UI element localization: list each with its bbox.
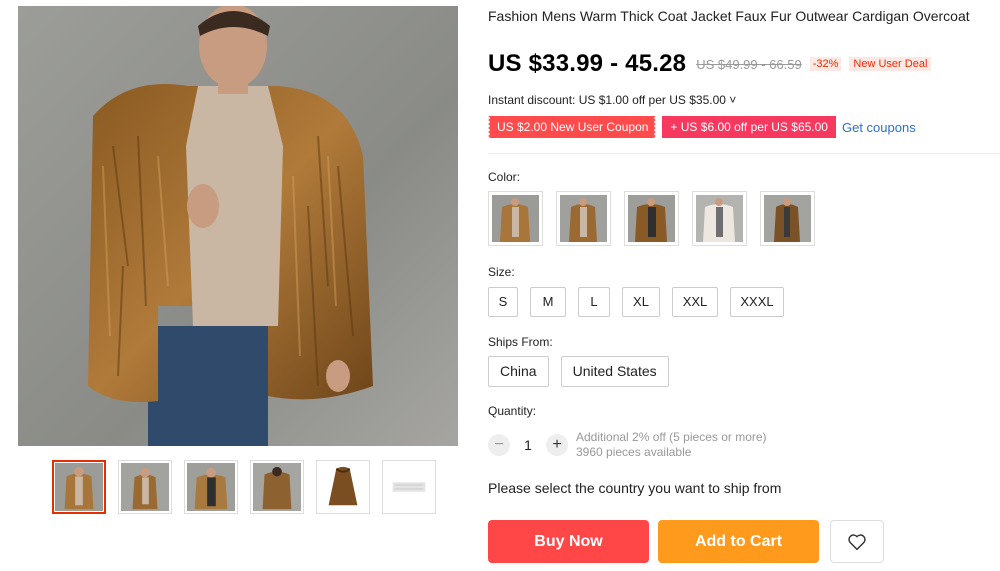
ships-from-options: China United States [488, 356, 669, 387]
size-option-s[interactable]: S [488, 287, 518, 317]
thumbnail-front[interactable] [52, 460, 106, 514]
color-swatches [488, 191, 815, 246]
brown-long-swatch-image [764, 195, 811, 242]
ships-from-china[interactable]: China [488, 356, 549, 387]
brown-side-swatch-image [560, 195, 607, 242]
thumb-back [253, 463, 301, 511]
ships-from-united-states[interactable]: United States [560, 356, 669, 387]
new-user-coupon[interactable]: US $2.00 New User Coupon [488, 116, 657, 138]
quantity-decrement-button[interactable]: − [488, 434, 510, 456]
quantity-label: Quantity: [488, 404, 537, 418]
add-to-cart-button[interactable]: Add to Cart [658, 520, 819, 563]
product-title: Fashion Mens Warm Thick Coat Jacket Faux… [488, 8, 970, 24]
thumbnail-strip [52, 460, 436, 514]
thumbnail-open[interactable] [184, 460, 238, 514]
man-in-faux-fur-coat-photo [18, 6, 458, 446]
thumb-open [187, 463, 235, 511]
color-swatch-white[interactable] [692, 191, 747, 246]
coupon-row: US $2.00 New User Coupon + US $6.00 off … [488, 116, 916, 138]
current-price: US $33.99 - 45.28 [488, 50, 687, 77]
quantity-notes: Additional 2% off (5 pieces or more) 396… [576, 430, 767, 460]
buy-now-button[interactable]: Buy Now [488, 520, 649, 563]
thumbnail-side[interactable] [118, 460, 172, 514]
color-swatch-brown-long[interactable] [760, 191, 815, 246]
shipping-message: Please select the country you want to sh… [488, 480, 782, 496]
discount-badge: -32% [809, 57, 842, 71]
color-swatch-brown-front[interactable] [488, 191, 543, 246]
ships-from-label: Ships From: [488, 335, 553, 349]
get-coupons-link[interactable]: Get coupons [842, 120, 916, 135]
thumb-side [121, 463, 169, 511]
color-label: Color: [488, 170, 521, 184]
color-swatch-brown-side[interactable] [556, 191, 611, 246]
divider [488, 153, 1000, 154]
color-swatch-brown-dark[interactable] [624, 191, 679, 246]
new-user-deal-badge: New User Deal [849, 57, 932, 71]
wishlist-button[interactable] [830, 520, 884, 563]
quantity-value[interactable]: 1 [510, 437, 546, 453]
thumbnail-flat[interactable] [316, 460, 370, 514]
white-swatch-image [696, 195, 743, 242]
size-label: Size: [488, 265, 515, 279]
size-options: S M L XL XXL XXXL [488, 287, 784, 317]
brown-front-swatch-image [492, 195, 539, 242]
size-option-xl[interactable]: XL [622, 287, 660, 317]
thumb-front [55, 463, 103, 511]
quantity-stepper: − 1 + Additional 2% off (5 pieces or mor… [488, 430, 767, 460]
price-row: US $33.99 - 45.28 US $49.99 - 66.59 -32%… [488, 50, 932, 78]
thumbnail-label[interactable] [382, 460, 436, 514]
stock-available-note: 3960 pieces available [576, 445, 692, 459]
size-option-xxxl[interactable]: XXXL [730, 287, 784, 317]
thumbnail-back[interactable] [250, 460, 304, 514]
size-option-l[interactable]: L [578, 287, 610, 317]
store-coupon[interactable]: + US $6.00 off per US $65.00 [662, 116, 836, 138]
bulk-discount-note: Additional 2% off (5 pieces or more) [576, 430, 767, 444]
thumb-label [385, 463, 433, 511]
brown-dark-swatch-image [628, 195, 675, 242]
thumb-flat [319, 463, 367, 511]
original-price: US $49.99 - 66.59 [696, 56, 802, 72]
product-main-image[interactable] [18, 6, 458, 446]
purchase-actions: Buy Now Add to Cart [488, 520, 884, 563]
instant-discount-dropdown[interactable]: Instant discount: US $1.00 off per US $3… [488, 93, 736, 107]
size-option-xxl[interactable]: XXL [672, 287, 718, 317]
size-option-m[interactable]: M [530, 287, 566, 317]
quantity-increment-button[interactable]: + [546, 434, 568, 456]
heart-icon [848, 533, 866, 550]
